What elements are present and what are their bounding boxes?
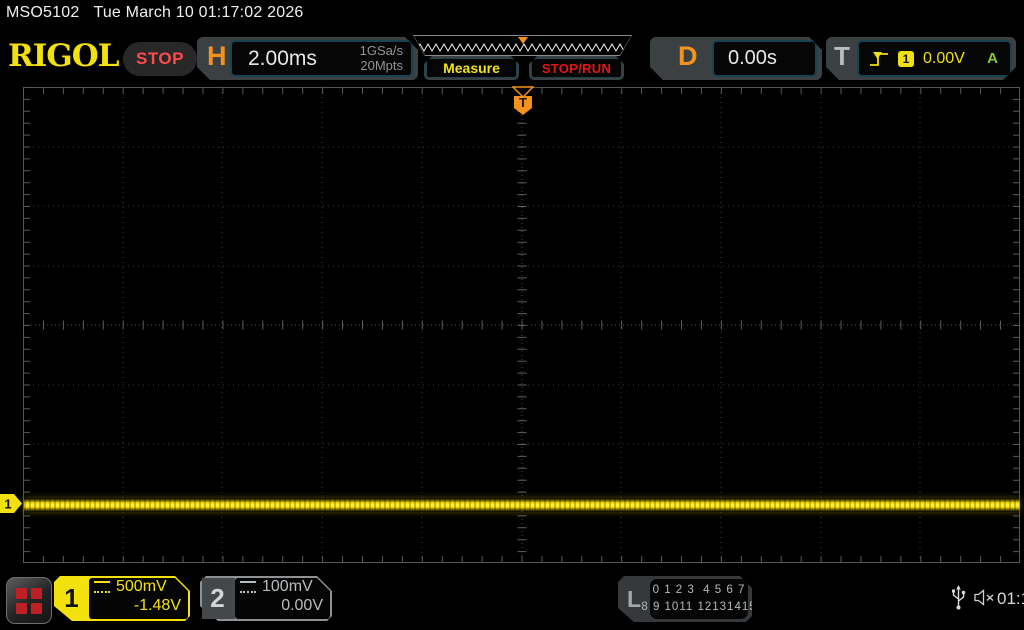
channel-1-status[interactable]: 1 500mV -1.48V <box>54 576 190 621</box>
graticule <box>23 87 1020 563</box>
ch1-marker-label: 1 <box>4 497 11 512</box>
delay-panel[interactable]: D 0.00s <box>650 37 822 80</box>
acquisition-info: 1GSa/s 20Mpts <box>360 44 403 74</box>
channel-1-values: 500mV -1.48V <box>94 578 181 619</box>
delay-value: 0.00s <box>728 47 777 69</box>
horizontal-readout: 2.00ms 1GSa/s 20Mpts <box>230 40 413 77</box>
measure-button[interactable]: Measure <box>424 56 519 80</box>
speaker-muted-icon <box>974 589 994 606</box>
channel-2-values: 100mV 0.00V <box>240 578 323 619</box>
trigger-sweep-mode: A <box>987 50 998 67</box>
model-name: MSO5102 <box>6 4 80 21</box>
horizontal-panel[interactable]: H 2.00ms 1GSa/s 20Mpts <box>197 37 418 80</box>
dc-coupling-icon <box>240 581 256 593</box>
usb-icon <box>952 585 966 610</box>
channel-2-offset: 0.00V <box>281 597 323 614</box>
stop-run-button[interactable]: STOP/RUN <box>529 56 624 80</box>
display-grid-button[interactable] <box>6 577 52 624</box>
dc-coupling-icon <box>94 581 110 593</box>
trigger-panel[interactable]: T 1 0.00V A <box>826 37 1016 80</box>
logic-channel-list: 0 1 2 3 4 5 6 7 8 9 1011 12131415 <box>650 579 748 619</box>
logic-row-1: 0 1 2 3 4 5 6 7 <box>652 583 746 596</box>
channel-2-scale: 100mV <box>262 578 313 595</box>
ch1-position-marker[interactable]: 1 <box>0 494 23 513</box>
ch1-waveform-trace <box>24 498 1020 512</box>
channel-2-number: 2 <box>210 583 225 613</box>
run-state-label: STOP <box>136 49 184 68</box>
title-bar: MSO5102 Tue March 10 01:17:02 2026 <box>6 4 304 22</box>
logic-label: L <box>627 585 642 612</box>
preview-trigger-position-icon <box>518 37 528 44</box>
horizontal-label: H <box>207 41 227 71</box>
trigger-position-marker[interactable]: T <box>512 86 534 116</box>
channel-2-status[interactable]: 2 100mV 0.00V <box>200 576 332 621</box>
grid-lines <box>23 87 1020 563</box>
delay-label: D <box>678 41 698 71</box>
trigger-marker-label: T <box>519 95 527 110</box>
timebase-value: 2.00ms <box>248 46 317 70</box>
sample-rate: 1GSa/s <box>359 42 403 58</box>
oscilloscope-screen: { "title_bar": { "model": "MSO5102", "da… <box>0 0 1024 630</box>
datetime: Tue March 10 01:17:02 2026 <box>93 4 304 21</box>
waveform-preview-strip[interactable] <box>413 35 632 56</box>
delay-readout: 0.00s <box>712 40 817 77</box>
logic-row-2: 8 9 1011 12131415 <box>641 601 757 613</box>
clock: 01:16 <box>997 589 1024 608</box>
channel-1-offset: -1.48V <box>133 597 181 614</box>
trigger-readout: 1 0.00V A <box>857 40 1012 77</box>
run-state-badge[interactable]: STOP <box>123 42 197 76</box>
logic-channels-status[interactable]: L 0 1 2 3 4 5 6 7 8 9 1011 12131415 <box>618 576 752 622</box>
grid-icon <box>16 587 42 614</box>
trigger-level-value: 0.00V <box>923 49 965 67</box>
measure-button-label: Measure <box>443 60 500 76</box>
trigger-source-badge: 1 <box>898 51 914 67</box>
channel-1-scale: 500mV <box>116 578 167 595</box>
rigol-logo: RIGOL <box>8 38 120 74</box>
stop-run-button-face: STOP/RUN <box>531 58 622 78</box>
trigger-label: T <box>834 41 850 71</box>
measure-button-face: Measure <box>426 58 517 78</box>
trigger-slope-icon <box>869 50 889 68</box>
memory-depth: 20Mpts <box>360 57 403 73</box>
stop-run-button-label: STOP/RUN <box>541 60 612 76</box>
channel-1-number: 1 <box>64 583 79 613</box>
